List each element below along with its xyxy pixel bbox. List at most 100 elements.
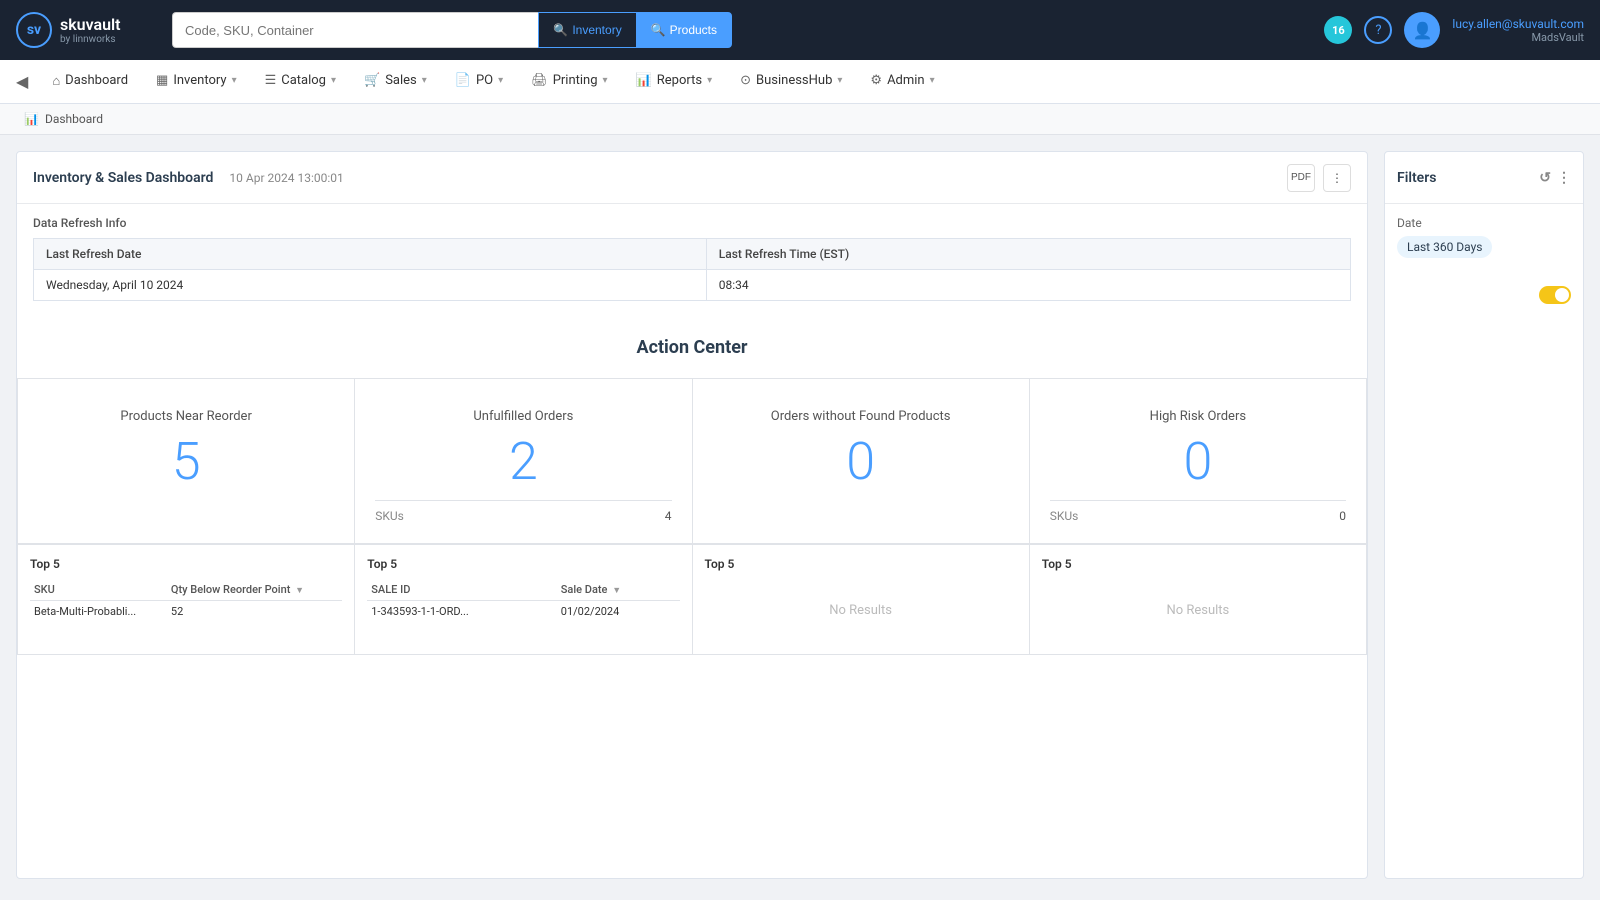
filters-panel: Filters ↺ ⋮ Date Last 360 Days	[1384, 151, 1584, 879]
refresh-col2-header: Last Refresh Time (EST)	[706, 239, 1350, 270]
bottom-grid: Top 5 SKU Qty Below Reorder Point ▼	[17, 544, 1367, 655]
catalog-icon: ☰	[265, 73, 277, 88]
bottom-table: SALE ID Sale Date ▼ 1-343593-1-1-ORD...	[367, 579, 679, 622]
home-icon: ⌂	[52, 73, 60, 89]
nav-inventory[interactable]: ▦ Inventory ▾	[144, 60, 249, 104]
data-refresh-section: Data Refresh Info Last Refresh Date Last…	[17, 204, 1367, 313]
metric-sub: SKUs 0	[1050, 500, 1346, 523]
action-center-title: Action Center	[17, 337, 1367, 358]
sku-cell: Beta-Multi-Probabli...	[30, 601, 167, 623]
pdf-icon: PDF	[1291, 172, 1311, 183]
bottom-card-title: Top 5	[1042, 557, 1354, 571]
data-refresh-title: Data Refresh Info	[33, 216, 1351, 230]
action-center: Action Center Products Near Reorder 5 Un…	[17, 313, 1367, 671]
filters-header: Filters ↺ ⋮	[1385, 152, 1583, 204]
products-near-reorder-card: Products Near Reorder 5	[18, 379, 355, 544]
metric-sub: SKUs 4	[375, 500, 671, 523]
help-badge[interactable]: ?	[1364, 16, 1392, 44]
refresh-col1-header: Last Refresh Date	[34, 239, 707, 270]
more-options-button[interactable]: ⋮	[1323, 164, 1351, 192]
ellipsis-icon: ⋮	[1331, 171, 1343, 185]
metric-label: Products Near Reorder	[120, 409, 252, 424]
dashboard-panel: Inventory & Sales Dashboard 10 Apr 2024 …	[16, 151, 1368, 879]
nav-reports[interactable]: 📊 Reports ▾	[624, 60, 725, 104]
nav-po[interactable]: 📄 PO ▾	[443, 60, 515, 104]
high-risk-orders-card: High Risk Orders 0 SKUs 0	[1030, 379, 1367, 544]
pdf-button[interactable]: PDF	[1287, 164, 1315, 192]
toggle-knob	[1555, 288, 1569, 302]
no-results: No Results	[1042, 579, 1354, 642]
sort-icon: ▼	[612, 586, 621, 596]
user-info: lucy.allen@skuvault.com MadsVault	[1452, 17, 1584, 44]
main-content: Inventory & Sales Dashboard 10 Apr 2024 …	[0, 135, 1600, 895]
filter-more-options-button[interactable]: ⋮	[1557, 170, 1571, 186]
logo-text: skuvault by linnworks	[60, 15, 121, 45]
breadcrumb-icon: 📊	[24, 112, 39, 126]
col1-header: SALE ID	[367, 579, 557, 601]
col2-header[interactable]: Qty Below Reorder Point ▼	[167, 579, 342, 601]
top5-reorder-card: Top 5 SKU Qty Below Reorder Point ▼	[18, 545, 355, 655]
nav-sales[interactable]: 🛒 Sales ▾	[352, 60, 439, 104]
nav-printing[interactable]: 🖨 Printing ▾	[519, 60, 619, 104]
bottom-card-title: Top 5	[30, 557, 342, 571]
nav-admin[interactable]: ⚙ Admin ▾	[858, 60, 946, 104]
search-icon: 🔍	[553, 23, 568, 37]
inventory-search-button[interactable]: 🔍 Inventory	[538, 12, 635, 48]
chevron-down-icon: ▾	[331, 75, 336, 86]
metric-sub-value: 4	[665, 509, 672, 523]
metric-value: 2	[509, 436, 538, 488]
admin-icon: ⚙	[870, 73, 882, 88]
metric-label: High Risk Orders	[1150, 409, 1246, 424]
nav-dashboard[interactable]: ⌂ Dashboard	[40, 60, 140, 104]
filters-title: Filters	[1397, 170, 1436, 186]
logo-sub: by linnworks	[60, 34, 121, 45]
businesshub-icon: ⊙	[740, 73, 751, 88]
printing-icon: 🖨	[531, 73, 548, 88]
search-icon: 🔍	[651, 23, 666, 37]
logo-icon: sv	[16, 12, 52, 48]
metric-sub-value: 0	[1339, 509, 1346, 523]
nav-catalog[interactable]: ☰ Catalog ▾	[253, 60, 348, 104]
filter-date-value[interactable]: Last 360 Days	[1397, 236, 1492, 258]
topbar-right: 16 ? 👤 lucy.allen@skuvault.com MadsVault	[1324, 12, 1584, 48]
metric-value: 0	[1183, 436, 1212, 488]
table-row: 1-343593-1-1-ORD... 01/02/2024	[367, 601, 679, 623]
nav-back-button[interactable]: ◀	[8, 72, 36, 91]
panel-header: Inventory & Sales Dashboard 10 Apr 2024 …	[17, 152, 1367, 204]
chevron-down-icon: ▾	[422, 75, 427, 86]
nav-businesshub[interactable]: ⊙ BusinessHub ▾	[728, 60, 854, 104]
avatar: 👤	[1404, 12, 1440, 48]
col2-header[interactable]: Sale Date ▼	[557, 579, 680, 601]
col1-header: SKU	[30, 579, 167, 601]
filters-header-actions: ↺ ⋮	[1539, 170, 1571, 186]
metric-label: Orders without Found Products	[771, 409, 951, 424]
breadcrumb-label: Dashboard	[45, 112, 103, 126]
notifications-badge[interactable]: 16	[1324, 16, 1352, 44]
po-icon: 📄	[455, 73, 471, 88]
refresh-date-value: Wednesday, April 10 2024	[34, 270, 707, 301]
topbar: sv skuvault by linnworks 🔍 Inventory 🔍 P…	[0, 0, 1600, 60]
chevron-down-icon: ▾	[603, 75, 608, 86]
search-area: 🔍 Inventory 🔍 Products	[172, 12, 732, 48]
filter-toggle[interactable]	[1539, 286, 1571, 304]
metrics-grid: Products Near Reorder 5 Unfulfilled Orde…	[17, 378, 1367, 544]
top5-orders-without-card: Top 5 No Results	[693, 545, 1030, 655]
user-email: lucy.allen@skuvault.com	[1452, 17, 1584, 31]
chevron-down-icon: ▾	[498, 75, 503, 86]
products-search-button[interactable]: 🔍 Products	[636, 12, 732, 48]
refresh-time-value: 08:34	[706, 270, 1350, 301]
metric-sub-label: SKUs	[1050, 509, 1079, 523]
sale-date-cell: 01/02/2024	[557, 601, 680, 623]
refresh-filter-button[interactable]: ↺	[1539, 170, 1551, 186]
sort-icon: ▼	[295, 586, 304, 596]
user-vault: MadsVault	[1452, 31, 1584, 44]
filter-toggle-row	[1385, 278, 1583, 312]
search-input[interactable]	[172, 12, 538, 48]
top5-high-risk-card: Top 5 No Results	[1030, 545, 1367, 655]
logo-area: sv skuvault by linnworks	[16, 12, 156, 48]
reports-icon: 📊	[636, 73, 652, 88]
sale-id-cell: 1-343593-1-1-ORD...	[367, 601, 557, 623]
panel-title: Inventory & Sales Dashboard	[33, 170, 213, 186]
bottom-card-title: Top 5	[367, 557, 679, 571]
no-results: No Results	[705, 579, 1017, 642]
